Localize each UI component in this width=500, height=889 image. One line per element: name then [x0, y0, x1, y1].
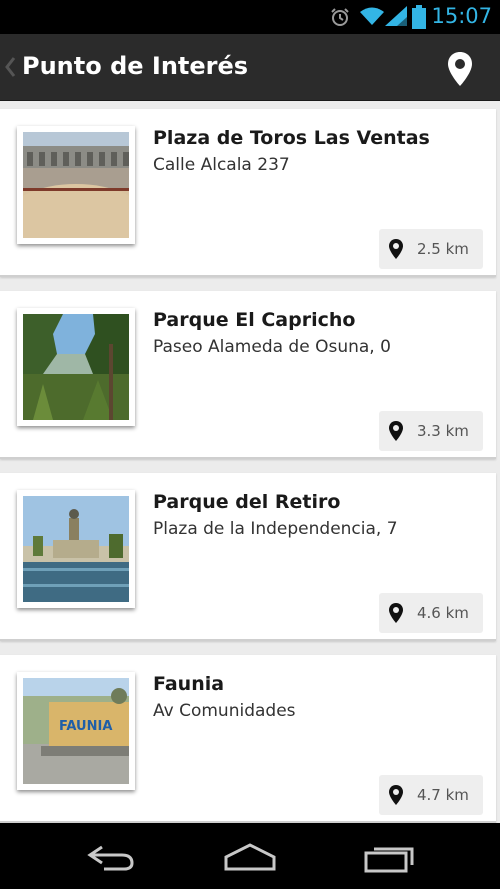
location-pin-icon [389, 239, 403, 259]
distance-badge: 4.6 km [379, 593, 483, 633]
place-thumbnail [17, 126, 135, 244]
map-pin-icon[interactable] [447, 51, 473, 87]
place-address: Plaza de la Independencia, 7 [153, 519, 398, 539]
place-address: Paseo Alameda de Osuna, 0 [153, 337, 391, 357]
place-thumbnail: FAUNIA [17, 672, 135, 790]
location-pin-icon [389, 603, 403, 623]
distance-badge: 3.3 km [379, 411, 483, 451]
place-card[interactable]: Parque del Retiro Plaza de la Independen… [0, 473, 496, 641]
home-icon[interactable] [222, 841, 278, 873]
distance-value: 3.3 km [417, 422, 469, 440]
place-name: Parque El Capricho [153, 309, 356, 331]
place-name: Parque del Retiro [153, 491, 341, 513]
location-pin-icon [389, 785, 403, 805]
place-address: Calle Alcala 237 [153, 155, 290, 175]
page-title[interactable]: Punto de Interés [22, 52, 248, 80]
place-card[interactable]: FAUNIA Faunia Av Comunidades 4.7 km [0, 655, 496, 823]
status-bar: 15:07 [0, 0, 500, 34]
distance-value: 4.7 km [417, 786, 469, 804]
place-card[interactable]: Parque El Capricho Paseo Alameda de Osun… [0, 291, 496, 459]
place-address: Av Comunidades [153, 701, 296, 721]
faunia-sign-image: FAUNIA [23, 678, 129, 784]
svg-text:FAUNIA: FAUNIA [59, 719, 112, 734]
location-pin-icon [389, 421, 403, 441]
lake-monument-image [23, 496, 129, 602]
battery-icon [412, 5, 426, 29]
signal-icon [385, 6, 407, 26]
distance-badge: 4.7 km [379, 775, 483, 815]
system-nav-bar [0, 823, 500, 889]
alarm-icon [331, 8, 349, 26]
distance-value: 4.6 km [417, 604, 469, 622]
action-bar: Punto de Interés [0, 34, 500, 101]
place-name: Plaza de Toros Las Ventas [153, 127, 430, 149]
place-thumbnail [17, 490, 135, 608]
forest-image [23, 314, 129, 420]
place-card[interactable]: Plaza de Toros Las Ventas Calle Alcala 2… [0, 109, 496, 277]
distance-value: 2.5 km [417, 240, 469, 258]
back-icon[interactable] [82, 841, 138, 873]
recent-apps-icon[interactable] [362, 841, 418, 873]
place-thumbnail [17, 308, 135, 426]
distance-badge: 2.5 km [379, 229, 483, 269]
place-name: Faunia [153, 673, 225, 695]
wifi-icon [360, 7, 384, 25]
bullring-image [23, 132, 129, 238]
clock: 15:07 [431, 4, 492, 28]
back-caret-icon[interactable] [4, 56, 16, 78]
